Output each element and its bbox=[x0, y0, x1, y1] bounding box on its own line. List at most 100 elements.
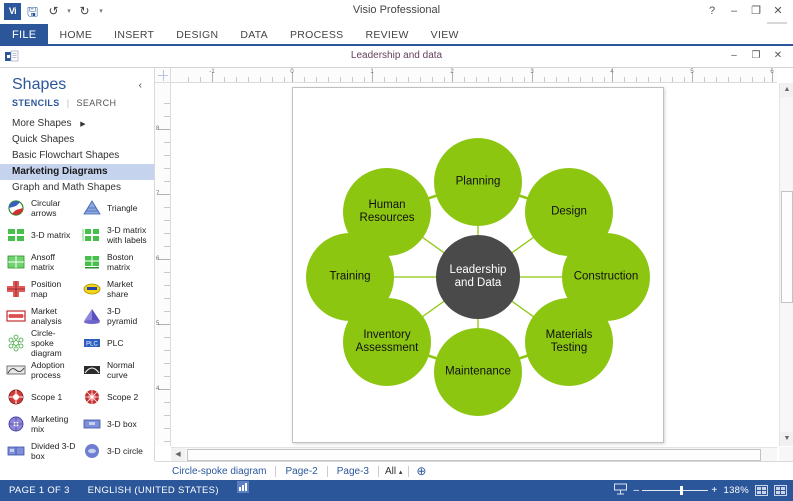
shape-label: Divided 3-D box bbox=[31, 440, 76, 461]
ruler-v-label: 5 bbox=[156, 321, 160, 327]
zoom-out-button[interactable]: – bbox=[633, 485, 639, 496]
vertical-scrollbar[interactable]: ▲ ▼ bbox=[779, 83, 793, 446]
scroll-down-button[interactable]: ▼ bbox=[780, 432, 793, 446]
zoom-slider[interactable]: – + bbox=[633, 485, 717, 496]
shape-label: 3-D matrix with labels bbox=[107, 224, 147, 245]
horizontal-ruler[interactable]: -1 0 1 2 3 4 5 6 bbox=[171, 68, 777, 83]
shape-item-plc[interactable]: PLC PLC bbox=[76, 329, 152, 356]
fit-page-icon[interactable] bbox=[755, 485, 768, 496]
title-bar: Vi 🖫 ↺ ▾ ↻ ▾ Visio Professional ? – ❐ ✕ … bbox=[0, 0, 793, 42]
shape-item-3d-box[interactable]: 3-D box bbox=[76, 410, 152, 437]
collapse-panel-icon[interactable]: ‹ bbox=[139, 80, 142, 91]
shape-item-3d-matrix-with-labels[interactable]: 3-D matrix with labels bbox=[76, 221, 152, 248]
document-minimize-button[interactable]: – bbox=[723, 48, 745, 64]
status-bar: PAGE 1 OF 3 ENGLISH (UNITED STATES) – + … bbox=[0, 480, 793, 501]
horizontal-scroll-thumb[interactable] bbox=[187, 449, 761, 461]
shape-label: Ansoff matrix bbox=[31, 251, 55, 272]
subtab-search[interactable]: SEARCH bbox=[76, 98, 116, 108]
scroll-up-button[interactable]: ▲ bbox=[780, 83, 793, 97]
page-tab-circle-spoke-diagram[interactable]: Circle-spoke diagram bbox=[163, 463, 275, 480]
vertical-scroll-thumb[interactable] bbox=[781, 191, 793, 303]
page-tab-page-3[interactable]: Page-3 bbox=[328, 463, 378, 480]
all-pages-button[interactable]: All ▴ bbox=[379, 466, 408, 477]
stencil-item-marketing-diagrams[interactable]: Marketing Diagrams bbox=[0, 164, 154, 180]
presentation-icon[interactable] bbox=[614, 483, 628, 498]
zoom-track[interactable] bbox=[642, 486, 709, 495]
shape-item-boston-matrix[interactable]: Boston matrix bbox=[76, 248, 152, 275]
chevron-up-icon: ▴ bbox=[398, 468, 403, 476]
spoke-maintenance bbox=[434, 328, 522, 416]
shape-item-triangle[interactable]: Triangle bbox=[76, 194, 152, 221]
shape-item-market-analysis[interactable]: Market analysis bbox=[0, 302, 76, 329]
tab-home[interactable]: HOME bbox=[48, 24, 103, 44]
tab-insert[interactable]: INSERT bbox=[103, 24, 165, 44]
shape-item-3d-matrix[interactable]: 3-D matrix bbox=[0, 221, 76, 248]
ruler-h-label: 6 bbox=[770, 69, 774, 75]
macro-record-icon[interactable] bbox=[228, 480, 258, 501]
circular-arrows-icon bbox=[5, 199, 27, 217]
scroll-left-button[interactable]: ◀ bbox=[171, 448, 185, 462]
shape-item-circle-spoke-diagram[interactable]: Circle-spoke diagram bbox=[0, 327, 76, 358]
tab-view[interactable]: VIEW bbox=[420, 24, 470, 44]
vertical-ruler[interactable]: 8 7 6 5 4 bbox=[155, 83, 171, 446]
ruler-v-label: 8 bbox=[156, 126, 160, 132]
shape-label: Circle-spoke diagram bbox=[31, 327, 62, 358]
page-tab-page-2[interactable]: Page-2 bbox=[276, 463, 326, 480]
zoom-percent-label[interactable]: 138% bbox=[724, 485, 750, 496]
shape-item-3d-circle[interactable]: 3-D circle bbox=[76, 437, 152, 461]
page-count-label[interactable]: PAGE 1 OF 3 bbox=[0, 480, 79, 501]
language-label[interactable]: ENGLISH (UNITED STATES) bbox=[79, 480, 228, 501]
circle-spoke-diagram[interactable] bbox=[293, 88, 663, 442]
drawing-page[interactable]: Leadership and Data Planning Design Cons… bbox=[292, 87, 664, 443]
zoom-thumb[interactable] bbox=[680, 486, 684, 495]
shape-item-position-map[interactable]: Position map bbox=[0, 275, 76, 302]
3d-box-icon bbox=[81, 415, 103, 433]
document-close-button[interactable]: ✕ bbox=[767, 48, 789, 64]
tab-file[interactable]: FILE bbox=[0, 24, 49, 44]
shape-item-normal-curve[interactable]: Normal curve bbox=[76, 356, 152, 383]
tab-process[interactable]: PROCESS bbox=[279, 24, 354, 44]
shape-item-scope-2[interactable]: Scope 2 bbox=[76, 383, 152, 410]
subtab-divider: | bbox=[66, 98, 70, 108]
horizontal-scrollbar[interactable]: ◀ bbox=[171, 447, 777, 462]
circle-spoke-icon bbox=[5, 334, 27, 352]
market-analysis-icon bbox=[5, 307, 27, 325]
stencil-item-basic-flowchart-shapes[interactable]: Basic Flowchart Shapes bbox=[0, 148, 154, 164]
tab-data[interactable]: DATA bbox=[229, 24, 279, 44]
shape-label: Adoption process bbox=[31, 359, 65, 380]
shape-item-circular-arrows[interactable]: Circular arrows bbox=[0, 194, 76, 221]
shape-item-3d-pyramid[interactable]: 3-D pyramid bbox=[76, 302, 152, 329]
shape-label: Triangle bbox=[107, 202, 138, 213]
shape-label: Marketing mix bbox=[31, 413, 69, 434]
spoke-human-resources bbox=[343, 168, 431, 256]
shape-item-ansoff-matrix[interactable]: Ansoff matrix bbox=[0, 248, 76, 275]
spoke-planning bbox=[434, 138, 522, 226]
stencil-item-quick-shapes[interactable]: Quick Shapes bbox=[0, 132, 154, 148]
full-screen-icon[interactable] bbox=[774, 485, 787, 496]
subtab-stencils[interactable]: STENCILS bbox=[12, 98, 60, 108]
stencil-item-more-shapes[interactable]: More Shapes ▶ bbox=[0, 116, 154, 132]
plc-icon: PLC bbox=[81, 334, 103, 352]
ruler-h-label: 3 bbox=[530, 69, 534, 75]
svg-text:PLC: PLC bbox=[86, 341, 98, 347]
add-page-icon[interactable]: ⊕ bbox=[409, 463, 433, 480]
shape-label: Market analysis bbox=[31, 305, 62, 326]
ruler-h-label: 1 bbox=[370, 69, 374, 75]
stencil-label: More Shapes bbox=[12, 118, 72, 129]
shape-item-adoption-process[interactable]: Adoption process bbox=[0, 356, 76, 383]
help-button[interactable]: ? bbox=[701, 2, 723, 20]
shape-item-scope-1[interactable]: Scope 1 bbox=[0, 383, 76, 410]
shape-item-market-share[interactable]: Market share bbox=[76, 275, 152, 302]
tab-design[interactable]: DESIGN bbox=[165, 24, 229, 44]
zoom-in-button[interactable]: + bbox=[711, 485, 717, 496]
shape-label: Scope 1 bbox=[31, 391, 63, 402]
close-button[interactable]: ✕ bbox=[767, 2, 789, 20]
minimize-button[interactable]: – bbox=[723, 2, 745, 20]
tab-review[interactable]: REVIEW bbox=[354, 24, 419, 44]
document-restore-button[interactable]: ❐ bbox=[745, 48, 767, 64]
ansoff-matrix-icon bbox=[5, 253, 27, 271]
restore-button[interactable]: ❐ bbox=[745, 2, 767, 20]
shape-item-divided-3d-box[interactable]: Divided 3-D box bbox=[0, 437, 76, 461]
shape-item-marketing-mix[interactable]: Marketing mix bbox=[0, 410, 76, 437]
ruler-origin-corner[interactable] bbox=[155, 68, 171, 83]
